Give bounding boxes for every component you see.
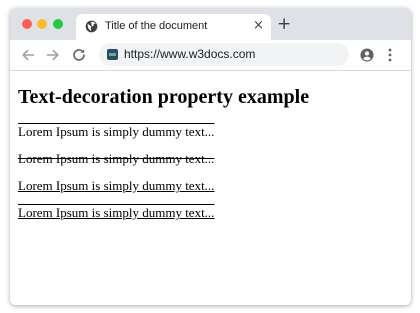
tab-title: Title of the document <box>105 20 208 32</box>
window-maximize-button[interactable] <box>53 19 63 29</box>
address-bar[interactable]: https://www.w3docs.com <box>99 43 349 66</box>
account-icon[interactable] <box>360 48 374 62</box>
tab-strip: Title of the document × + <box>10 8 411 40</box>
browser-toolbar: https://www.w3docs.com <box>10 40 411 71</box>
page-content: Text-decoration property example Lorem I… <box>10 71 411 305</box>
url-text[interactable]: https://www.w3docs.com <box>124 47 255 61</box>
tab-close-button[interactable]: × <box>253 19 264 33</box>
new-tab-button[interactable]: + <box>277 14 291 34</box>
forward-arrow-icon[interactable] <box>45 47 61 63</box>
browser-tab[interactable]: Title of the document × <box>76 14 271 40</box>
overline-paragraph: Lorem Ipsum is simply dummy text... <box>18 124 215 139</box>
globe-icon <box>85 20 98 33</box>
back-arrow-icon[interactable] <box>20 47 36 63</box>
page-heading: Text-decoration property example <box>18 86 310 108</box>
window-close-button[interactable] <box>22 19 32 29</box>
line-through-paragraph: Lorem Ipsum is simply dummy text... <box>18 151 215 166</box>
kebab-menu-icon[interactable] <box>388 48 392 62</box>
window-minimize-button[interactable] <box>37 19 47 29</box>
browser-window: Title of the document × + https://www.w3… <box>10 8 411 305</box>
overline-underline-paragraph: Lorem Ipsum is simply dummy text... <box>18 205 215 220</box>
site-favicon <box>107 49 118 60</box>
reload-icon[interactable] <box>71 47 87 63</box>
underline-paragraph: Lorem Ipsum is simply dummy text... <box>18 178 215 193</box>
